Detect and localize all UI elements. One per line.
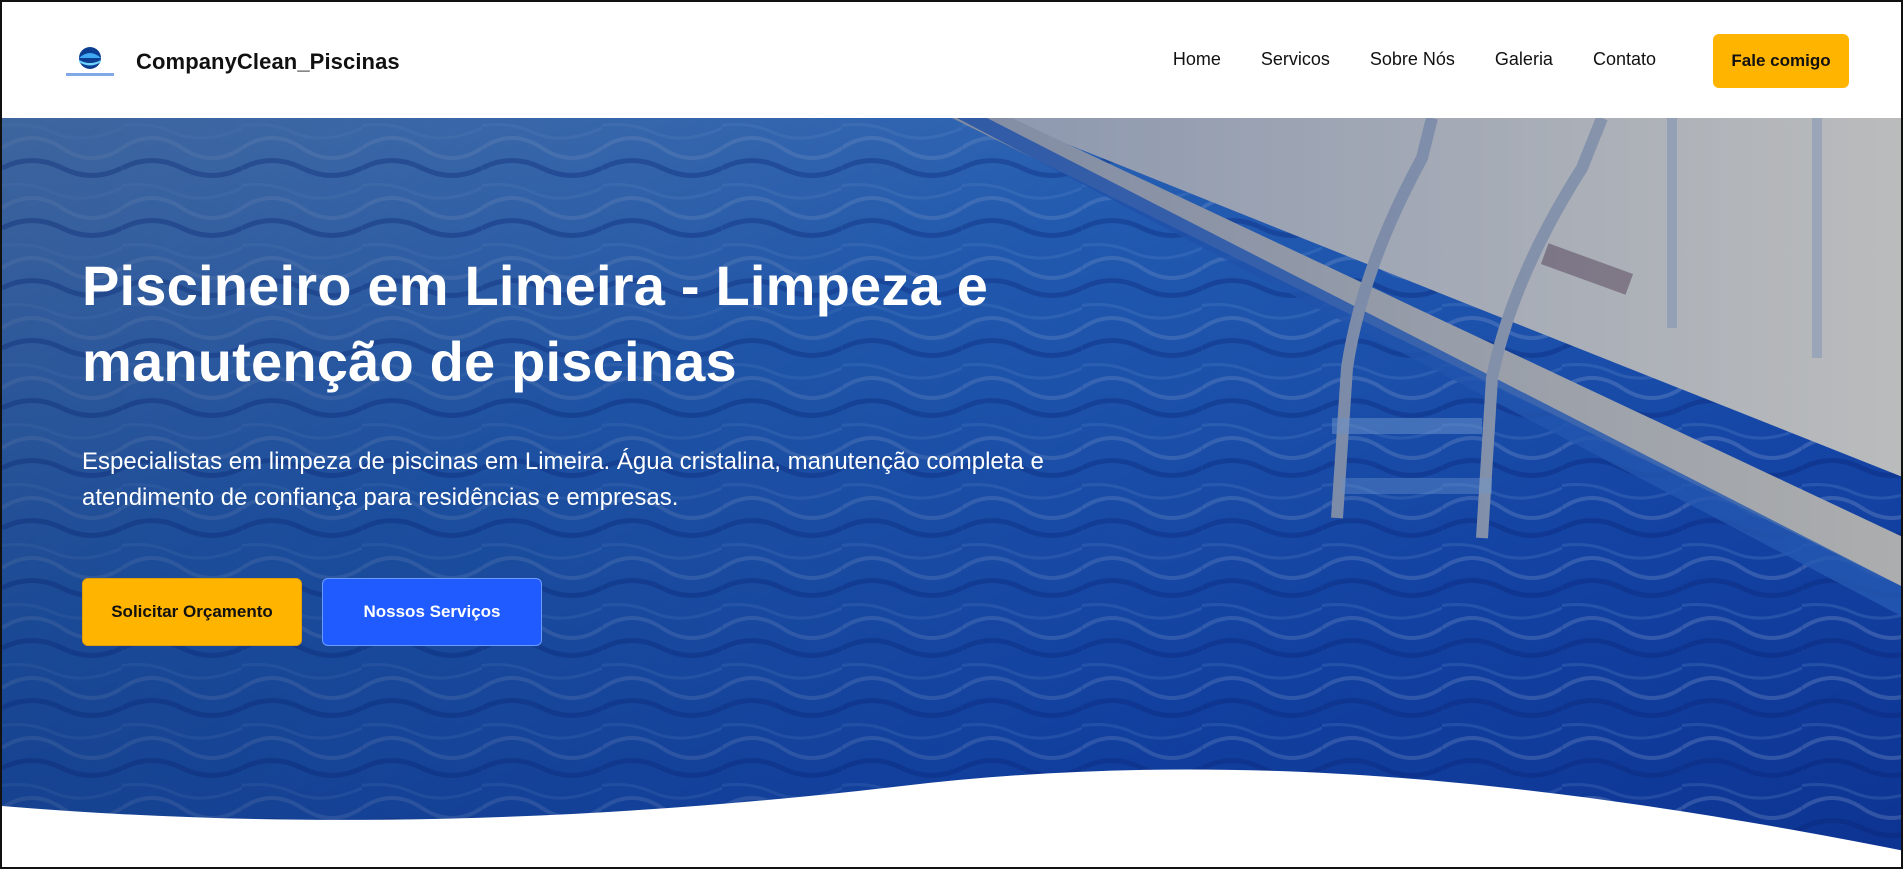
main-nav: Home Servicos Sobre Nós Galeria Contato — [1173, 49, 1656, 70]
nav-galeria[interactable]: Galeria — [1495, 49, 1553, 70]
hero-wave-divider — [2, 769, 1901, 867]
fale-comigo-button[interactable]: Fale comigo — [1713, 34, 1849, 88]
nav-home[interactable]: Home — [1173, 49, 1221, 70]
hero-buttons: Solicitar Orçamento Nossos Serviços — [82, 578, 1162, 646]
hero-title: Piscineiro em Limeira - Limpeza e manute… — [82, 254, 989, 393]
nav-servicos[interactable]: Servicos — [1261, 49, 1330, 70]
page-frame: CompanyClean_Piscinas Home Servicos Sobr… — [0, 0, 1903, 869]
nav-contato[interactable]: Contato — [1593, 49, 1656, 70]
brand-name: CompanyClean_Piscinas — [136, 49, 400, 74]
pool-logo-icon — [62, 44, 118, 80]
nav-sobre-nos[interactable]: Sobre Nós — [1370, 49, 1455, 70]
hero-section: Piscineiro em Limeira - Limpeza e manute… — [2, 118, 1901, 867]
brand[interactable]: CompanyClean_Piscinas — [62, 44, 400, 80]
nossos-servicos-button[interactable]: Nossos Serviços — [322, 578, 542, 646]
hero-subtitle: Especialistas em limpeza de piscinas em … — [82, 448, 1044, 511]
solicitar-orcamento-button[interactable]: Solicitar Orçamento — [82, 578, 302, 646]
hero-content: Piscineiro em Limeira - Limpeza e manute… — [82, 248, 1162, 646]
site-header: CompanyClean_Piscinas Home Servicos Sobr… — [2, 2, 1901, 118]
